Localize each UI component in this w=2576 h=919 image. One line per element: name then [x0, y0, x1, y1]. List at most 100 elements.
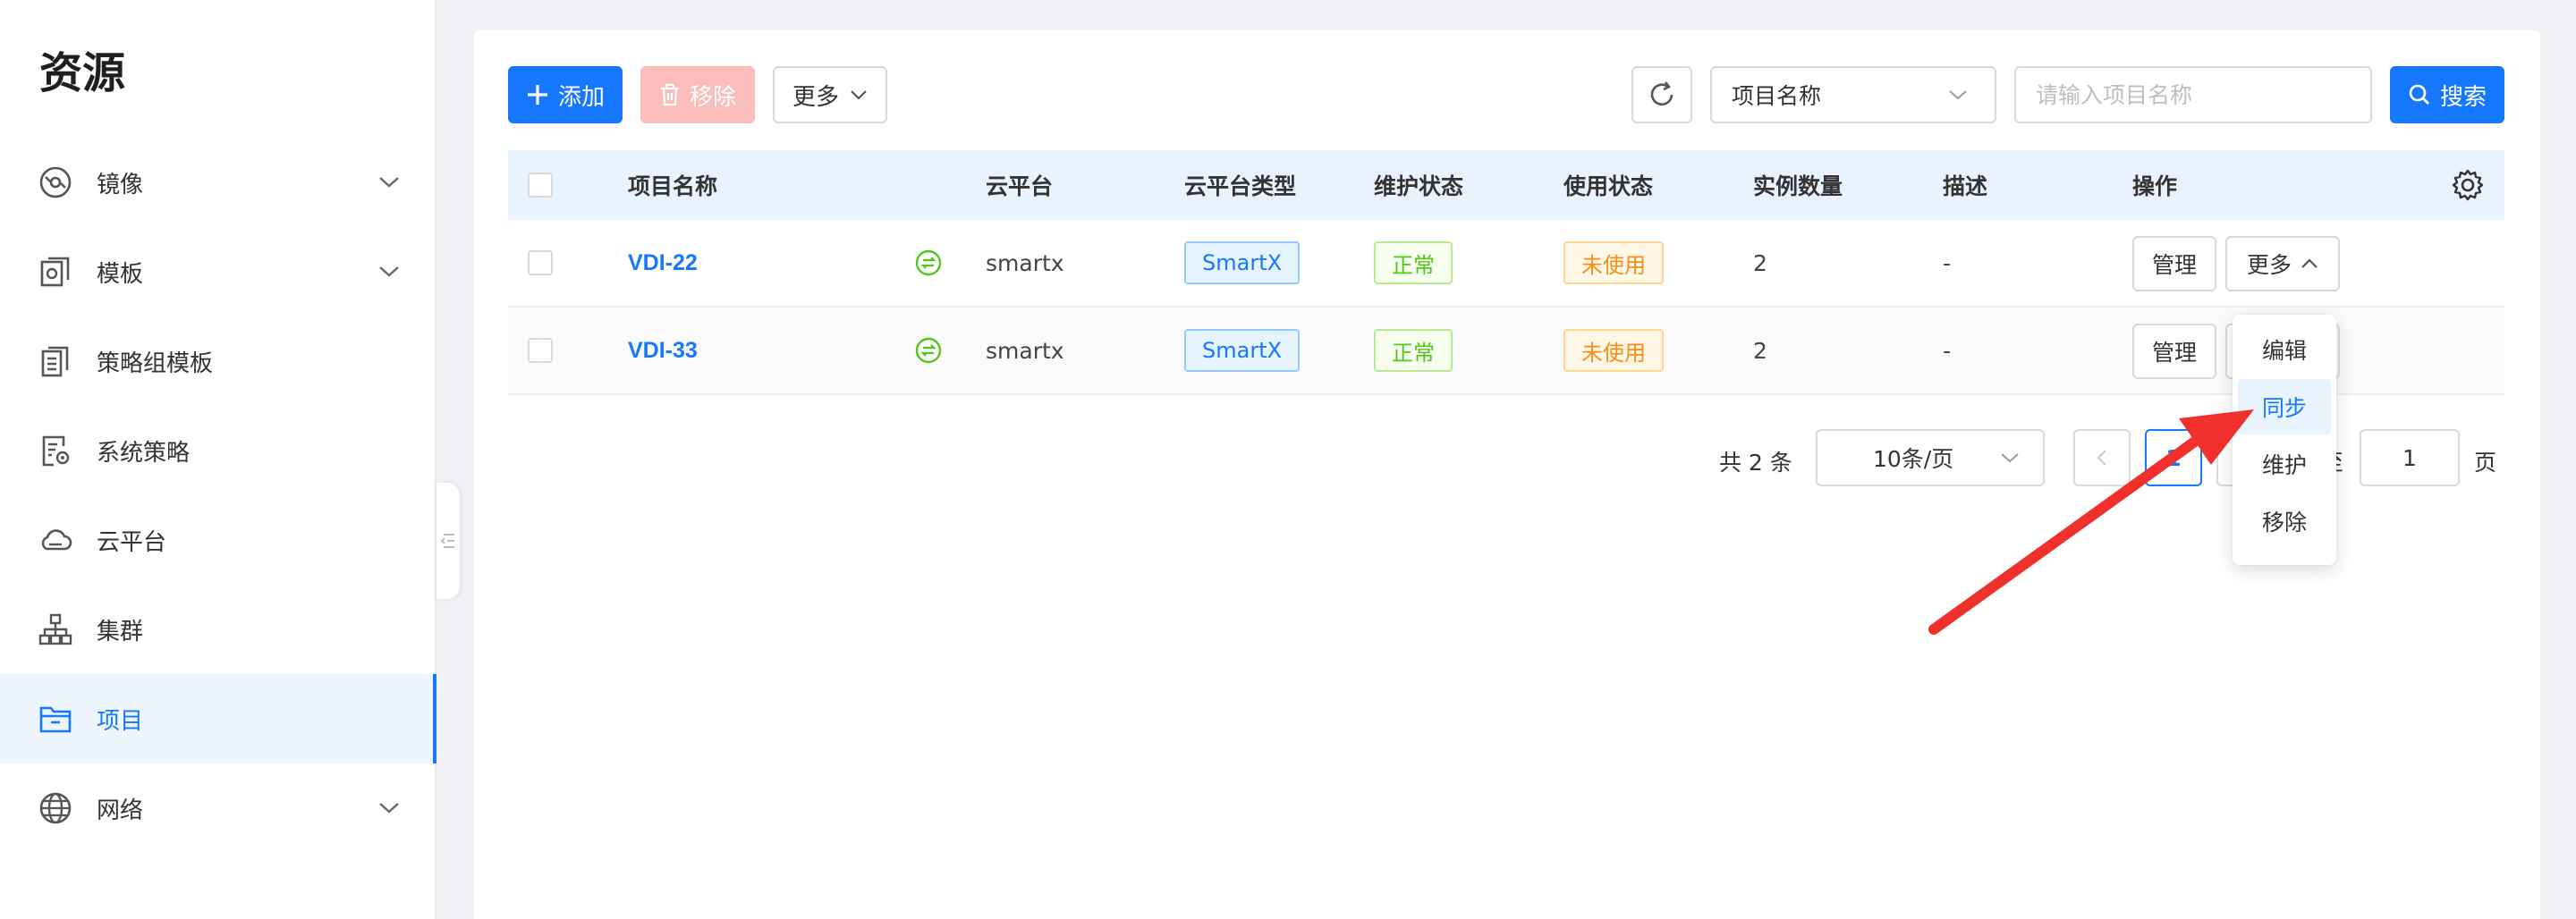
- image-disc-icon: [39, 166, 72, 198]
- maintenance-status-tag: 正常: [1374, 329, 1453, 372]
- folder-icon: [39, 706, 72, 733]
- search-button-label: 搜索: [2439, 83, 2487, 111]
- refresh-button[interactable]: [1631, 66, 1692, 123]
- remove-button[interactable]: 移除: [640, 66, 755, 123]
- page-size-value: 10条/页: [1873, 446, 1954, 472]
- table-header: 项目名称 云平台 云平台类型 维护状态 使用状态 实例数量 描述 操作: [508, 150, 2504, 220]
- instance-count-cell: 2: [1753, 249, 1767, 276]
- chevron-down-icon: [851, 90, 867, 100]
- cloud-platform-cell: smartx: [986, 249, 1064, 276]
- sidebar-item-label: 云平台: [97, 528, 167, 556]
- sidebar-item-label: 模板: [97, 260, 144, 288]
- sidebar-item-policy-template[interactable]: 策略组模板: [0, 316, 435, 406]
- menu-item-sync[interactable]: 同步: [2238, 379, 2331, 434]
- project-name-link[interactable]: VDI-33: [628, 308, 698, 393]
- chevron-down-icon: [379, 177, 399, 188]
- more-actions-label: 更多: [792, 83, 839, 111]
- row-checkbox[interactable]: [528, 250, 553, 275]
- chevron-down-icon: [2001, 453, 2019, 463]
- page-number-current[interactable]: 1: [2145, 429, 2202, 486]
- project-name-link[interactable]: VDI-22: [628, 220, 698, 306]
- column-header-actions: 操作: [2132, 173, 2178, 199]
- sidebar-item-label: 集群: [97, 618, 144, 645]
- sidebar-item-label: 镜像: [97, 171, 144, 198]
- sidebar-item-image[interactable]: 镜像: [0, 138, 435, 227]
- column-header-description: 描述: [1943, 173, 1988, 199]
- sync-status-icon: [915, 337, 942, 364]
- sidebar-title: 资源: [39, 48, 126, 98]
- add-button[interactable]: 添加: [508, 66, 623, 123]
- column-header-usage-status: 使用状态: [1563, 173, 1654, 199]
- cloud-platform-cell: smartx: [986, 337, 1064, 364]
- usage-status-tag: 未使用: [1563, 241, 1664, 284]
- select-all-checkbox[interactable]: [528, 173, 553, 198]
- globe-icon: [39, 792, 72, 824]
- collapse-menu-icon: [440, 534, 454, 548]
- sidebar-collapse-handle[interactable]: [436, 483, 460, 599]
- sidebar-item-network[interactable]: 网络: [0, 763, 435, 853]
- add-button-label: 添加: [557, 83, 605, 111]
- column-header-platform-type: 云平台类型: [1184, 173, 1297, 199]
- search-field-select-value: 项目名称: [1732, 83, 1822, 109]
- sidebar-item-project[interactable]: 项目: [0, 674, 436, 763]
- column-settings-gear-icon[interactable]: [2451, 168, 2485, 202]
- table-row: VDI-33 smartx SmartX 正常 未使用 2 - 管理 更多: [508, 308, 2504, 395]
- pagination-total: 共 2 条: [1719, 450, 1792, 476]
- column-header-instance-count: 实例数量: [1753, 173, 1843, 199]
- manage-button[interactable]: 管理: [2132, 324, 2216, 379]
- current-page-label: 1: [2165, 444, 2182, 471]
- sidebar: 资源 镜像 模板 策略组模板 系统策略 云平台 集群 项目 网络: [0, 0, 436, 919]
- sidebar-item-label: 策略组模板: [97, 350, 214, 377]
- goto-page-value: 1: [2402, 444, 2417, 471]
- goto-suffix: 页: [2474, 450, 2497, 476]
- more-actions-button[interactable]: 更多: [773, 66, 887, 123]
- usage-status-tag: 未使用: [1563, 329, 1664, 372]
- policy-template-icon: [41, 346, 69, 377]
- maintenance-status-tag: 正常: [1374, 241, 1453, 284]
- row-checkbox[interactable]: [528, 338, 553, 363]
- description-cell: -: [1943, 337, 1952, 364]
- instance-count-cell: 2: [1753, 337, 1767, 364]
- sidebar-item-cloud-platform[interactable]: 云平台: [0, 495, 435, 585]
- chevron-down-icon: [379, 266, 399, 277]
- cluster-icon: [38, 613, 72, 645]
- sidebar-item-system-policy[interactable]: 系统策略: [0, 406, 435, 495]
- sidebar-item-cluster[interactable]: 集群: [0, 585, 435, 674]
- column-header-maintenance-status: 维护状态: [1374, 173, 1464, 199]
- sync-status-icon: [915, 249, 942, 276]
- page-size-select[interactable]: 10条/页: [1816, 429, 2045, 486]
- prev-page-button[interactable]: [2073, 429, 2131, 486]
- trash-icon: [660, 83, 679, 106]
- sidebar-item-label: 网络: [97, 797, 144, 824]
- sidebar-item-label: 项目: [97, 707, 144, 735]
- template-icon: [40, 257, 70, 287]
- chevron-up-icon: [2301, 258, 2318, 268]
- goto-page-input[interactable]: 1: [2360, 429, 2460, 486]
- row-more-button[interactable]: 更多: [2225, 236, 2340, 291]
- row-more-label: 更多: [2246, 252, 2292, 278]
- row-more-dropdown-menu: 编辑 同步 维护 移除: [2233, 315, 2336, 565]
- menu-item-remove[interactable]: 移除: [2238, 493, 2331, 549]
- manage-button[interactable]: 管理: [2132, 236, 2216, 291]
- sidebar-item-label: 系统策略: [97, 439, 191, 467]
- chevron-left-icon: [2097, 450, 2106, 466]
- search-field-select[interactable]: 项目名称: [1710, 66, 1996, 123]
- column-header-cloud-platform: 云平台: [986, 173, 1054, 199]
- menu-item-maintain[interactable]: 维护: [2238, 436, 2331, 492]
- chevron-down-icon: [1949, 90, 1967, 100]
- refresh-icon: [1650, 81, 1674, 106]
- column-header-project-name: 项目名称: [628, 173, 718, 199]
- sidebar-item-template[interactable]: 模板: [0, 227, 435, 316]
- search-input[interactable]: [2014, 66, 2372, 123]
- system-policy-icon: [42, 435, 70, 467]
- plus-icon: [527, 85, 547, 105]
- menu-item-edit[interactable]: 编辑: [2238, 322, 2331, 377]
- platform-type-tag: SmartX: [1184, 329, 1301, 372]
- manage-button-label: 管理: [2151, 340, 2197, 366]
- description-cell: -: [1943, 249, 1952, 276]
- remove-button-label: 移除: [689, 83, 736, 111]
- search-button[interactable]: 搜索: [2390, 66, 2504, 123]
- chevron-down-icon: [379, 803, 399, 814]
- cloud-icon: [41, 529, 72, 551]
- search-icon: [2409, 84, 2429, 105]
